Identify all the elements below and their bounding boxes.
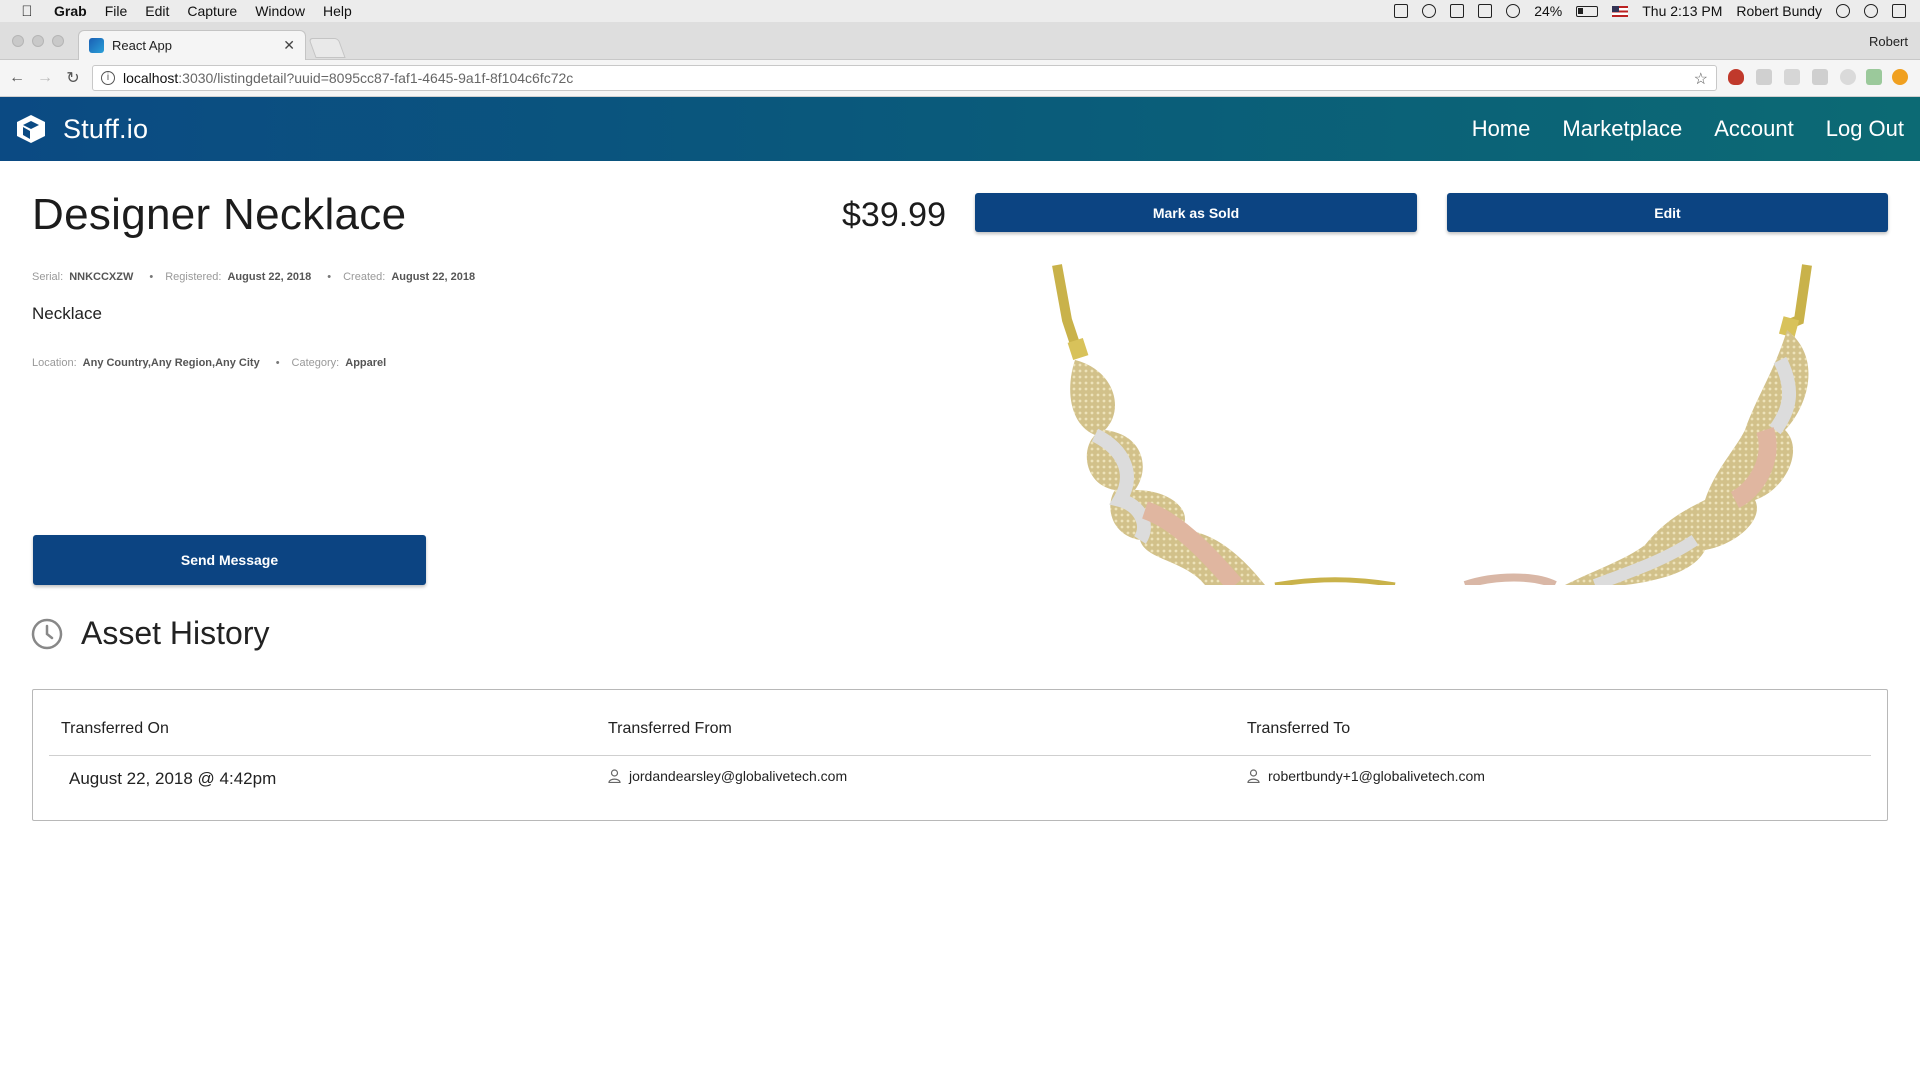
browser-toolbar: ← → ↻ i localhost:3030/listingdetail?uui… (0, 60, 1920, 97)
cube-logo-icon (17, 115, 45, 143)
new-tab-button[interactable] (308, 38, 346, 58)
site-info-icon[interactable]: i (101, 71, 115, 85)
extension-badge-icon[interactable] (1892, 69, 1908, 85)
close-tab-icon[interactable]: ✕ (283, 37, 295, 54)
nav-log-out[interactable]: Log Out (1826, 116, 1904, 142)
react-favicon-icon (89, 38, 104, 53)
close-window-button[interactable] (12, 35, 24, 47)
address-bar[interactable]: i localhost:3030/listingdetail?uuid=8095… (92, 65, 1717, 91)
meta-separator: • (327, 271, 332, 283)
location-value: Any Country,Any Region,Any City (82, 357, 260, 369)
minimize-window-button[interactable] (32, 35, 44, 47)
nav-home[interactable]: Home (1472, 116, 1531, 142)
maximize-window-button[interactable] (52, 35, 64, 47)
listing-price: $39.99 (842, 196, 946, 234)
table-cell-transferred-to: robertbundy+1@globalivetech.com (1247, 768, 1485, 784)
column-header-transferred-on: Transferred On (61, 720, 169, 737)
registered-value: August 22, 2018 (227, 271, 312, 283)
category-label: Category: (291, 357, 340, 369)
os-menubar:  Grab File Edit Capture Window Help 24%… (0, 0, 1920, 22)
browser-tab-bar: React App ✕ Robert (0, 22, 1920, 60)
status-app-icon[interactable] (1394, 4, 1409, 18)
url-path: :3030/listingdetail?uuid=8095cc87-faf1-4… (178, 70, 574, 86)
back-arrow-icon[interactable]: ← (6, 69, 28, 87)
extension-icon[interactable] (1812, 69, 1828, 85)
menu-app-name[interactable]: Grab (54, 3, 87, 19)
send-message-button[interactable]: Send Message (33, 535, 426, 585)
brand[interactable]: Stuff.io (15, 113, 148, 145)
category-value: Apparel (345, 357, 387, 369)
asset-history-title: Asset History (81, 615, 270, 651)
nav-account[interactable]: Account (1714, 116, 1794, 142)
docker-icon[interactable] (1422, 4, 1437, 18)
spotlight-search-icon[interactable] (1836, 4, 1850, 18)
table-cell-transferred-on: August 22, 2018 @ 4:42pm (69, 769, 277, 788)
profile-button[interactable]: Robert (1869, 34, 1908, 49)
asset-history-heading: Asset History (31, 615, 269, 652)
extension-icon[interactable] (1840, 69, 1856, 85)
reload-icon[interactable]: ↻ (62, 68, 84, 88)
location-label: Location: (32, 357, 77, 369)
browser-tab[interactable]: React App ✕ (78, 30, 306, 60)
created-label: Created: (343, 271, 386, 283)
input-source-flag-icon[interactable] (1612, 5, 1629, 17)
forward-arrow-icon[interactable]: → (34, 69, 56, 87)
menu-file[interactable]: File (105, 3, 128, 19)
column-header-transferred-to: Transferred To (1247, 720, 1351, 737)
serial-value: NNKCCXZW (69, 271, 134, 283)
edit-button[interactable]: Edit (1447, 193, 1888, 232)
window-controls (12, 35, 64, 47)
created-value: August 22, 2018 (391, 271, 476, 283)
meta-separator: • (149, 271, 154, 283)
table-divider (49, 755, 1871, 756)
extension-icon[interactable] (1784, 69, 1800, 85)
grid-icon[interactable] (1478, 4, 1493, 18)
sender-email: jordandearsley@globalivetech.com (629, 768, 848, 784)
battery-percent: 24% (1534, 3, 1563, 19)
listing-image (1052, 264, 1812, 585)
wifi-icon[interactable] (1506, 4, 1521, 18)
url-host: localhost (123, 70, 179, 86)
user-name[interactable]: Robert Bundy (1736, 3, 1822, 19)
user-icon (1247, 769, 1260, 783)
ublock-extension-icon[interactable] (1728, 69, 1744, 85)
menu-edit[interactable]: Edit (145, 3, 169, 19)
tab-title: React App (112, 38, 172, 53)
clock[interactable]: Thu 2:13 PM (1642, 3, 1722, 19)
asset-history-table: Transferred On Transferred From Transfer… (32, 689, 1888, 821)
menu-help[interactable]: Help (323, 3, 352, 19)
listing-title: Designer Necklace (32, 190, 407, 239)
apple-icon[interactable]:  (0, 3, 54, 20)
bookmark-star-icon[interactable]: ☆ (1694, 69, 1708, 89)
nav-marketplace[interactable]: Marketplace (1562, 116, 1682, 142)
menu-capture[interactable]: Capture (187, 3, 237, 19)
listing-meta-dates: Serial: NNKCCXZW • Registered: August 22… (32, 271, 479, 283)
extension-icon[interactable] (1866, 69, 1882, 85)
menu-window[interactable]: Window (255, 3, 305, 19)
listing-description: Necklace (32, 304, 102, 323)
meta-separator: • (275, 357, 280, 369)
battery-icon[interactable] (1576, 5, 1599, 17)
status-m-icon[interactable] (1450, 4, 1465, 18)
recipient-email: robertbundy+1@globalivetech.com (1268, 768, 1485, 784)
clock-icon (31, 618, 63, 649)
listing-meta-location: Location: Any Country,Any Region,Any Cit… (32, 357, 390, 369)
serial-label: Serial: (32, 271, 64, 283)
user-icon (608, 769, 621, 783)
app-header: Stuff.io Home Marketplace Account Log Ou… (0, 97, 1920, 161)
mark-as-sold-button[interactable]: Mark as Sold (975, 193, 1417, 232)
main-nav: Home Marketplace Account Log Out (1472, 97, 1904, 161)
column-header-transferred-from: Transferred From (608, 720, 732, 737)
notification-center-icon[interactable] (1892, 4, 1906, 18)
table-cell-transferred-from: jordandearsley@globalivetech.com (608, 768, 847, 784)
registered-label: Registered: (165, 271, 222, 283)
siri-icon[interactable] (1864, 4, 1878, 18)
brand-name: Stuff.io (63, 113, 149, 144)
extension-icon[interactable] (1756, 69, 1772, 85)
